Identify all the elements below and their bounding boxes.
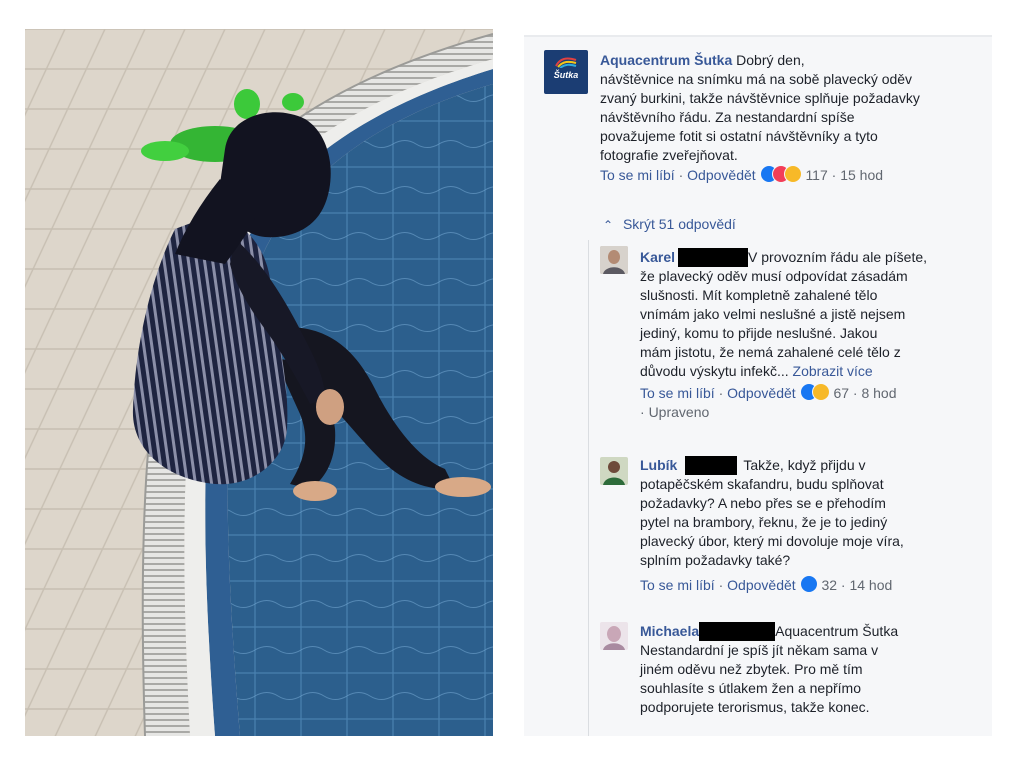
reply-line-1: V provozním řádu ale píšete, [748, 249, 928, 265]
reply-line-1: Nestandardní je spíš jít někam sama v [640, 642, 879, 658]
reply-comment: Karel V provozním řádu ale píšete, že pla… [640, 248, 980, 422]
post-actions: To se mi líbí · Odpovědět 117 · 15 hod [600, 165, 980, 185]
reply-avatar[interactable] [600, 457, 628, 485]
reply-author[interactable]: Karel [640, 249, 675, 265]
hide-replies-link[interactable]: ⌃ Skrýt 51 odpovědí [603, 215, 736, 235]
reply-line-1: Takže, když přijdu v [743, 457, 866, 473]
reply-time[interactable]: 8 hod [861, 385, 896, 401]
separator-dot: · [718, 577, 724, 593]
reply-line-5: jediný, komu to přijde neslušné. Jakou [640, 325, 878, 341]
reply-line-4: vnímám jako velmi neslušné a jistě nejse… [640, 306, 906, 322]
reply-reaction-count: 67 [833, 385, 850, 401]
reply-line-6: splním požadavky také? [640, 552, 791, 568]
reply-author[interactable]: Lubík [640, 457, 677, 473]
redaction-bar [699, 622, 776, 641]
post-time[interactable]: 15 hod [840, 167, 883, 183]
pool-photo-illustration [25, 29, 493, 736]
reply-avatar[interactable] [600, 246, 628, 274]
see-more-link[interactable]: Zobrazit více [793, 363, 873, 379]
reply-actions: To se mi líbí · Odpovědět 67 · 8 hod [640, 383, 980, 403]
reply-line-4: pytel na brambory, řeknu, že je to jedin… [640, 514, 888, 530]
reply-edited: · Upraveno [640, 403, 980, 422]
redaction-bar [678, 248, 749, 267]
post-reactions[interactable]: 117 [759, 165, 832, 183]
reply-line-2: jiném oděvu než zbytek. Pro mě tím [640, 661, 863, 677]
post-reply-button[interactable]: Odpovědět [687, 167, 756, 183]
reply-author[interactable]: Michaela [640, 623, 699, 639]
post-line-5: považujeme fotit si ostatní návštěvníky … [600, 128, 878, 144]
wave-logo-icon [555, 57, 577, 68]
reply-time[interactable]: 14 hod [849, 577, 892, 593]
reply-reaction-count: 32 [821, 577, 838, 593]
reply-line-3: slušnosti. Mít kompletně zahalené tělo [640, 287, 878, 303]
chevron-up-icon: ⌃ [603, 218, 614, 232]
reply-comment: Lubík Takže, když přijdu v potapěčském sk… [640, 456, 980, 595]
reply-avatar[interactable] [600, 622, 628, 650]
reply-line-6: mám jistotu, že nemá zahalené celé tělo … [640, 344, 901, 360]
edited-label: Upraveno [648, 404, 710, 420]
reply-reactions[interactable]: 67 [799, 383, 853, 401]
post-reaction-count: 117 [805, 167, 828, 183]
post-line-3: zvaný burkini, takže návštěvnice splňuje… [600, 90, 920, 106]
reply-comment: Michaela Aquacentrum Šutka Nestandardní j… [640, 622, 980, 717]
reply-reply-button[interactable]: Odpovědět [727, 577, 796, 593]
reply-line-3: požadavky? A nebo přes se e přehodím [640, 495, 886, 511]
separator-dot: · [852, 385, 858, 401]
user-photo-icon [600, 457, 628, 485]
page-avatar[interactable]: Šutka [544, 50, 588, 94]
separator-dot: · [718, 385, 724, 401]
panel-border [524, 35, 992, 37]
reply-reply-button[interactable]: Odpovědět [727, 385, 796, 401]
post-line-1: Dobrý den, [736, 52, 805, 68]
reply-comment-text: Lubík Takže, když přijdu v potapěčském sk… [640, 456, 980, 570]
user-photo-icon [600, 246, 628, 274]
reply-like-button[interactable]: To se mi líbí [640, 385, 715, 401]
mention[interactable]: Aquacentrum Šutka [775, 623, 898, 639]
reply-comment-text: Karel V provozním řádu ale píšete, že pla… [640, 248, 980, 381]
separator-dot: · [831, 167, 837, 183]
post-line-2: návštěvnice na snímku má na sobě plaveck… [600, 71, 913, 87]
post-line-6: fotografie zveřejňovat. [600, 147, 738, 163]
post-line-4: návštěvního řádu. Za nestandardní spíše [600, 109, 855, 125]
thread-line [588, 240, 589, 736]
post-author[interactable]: Aquacentrum Šutka [600, 52, 732, 68]
hide-replies-label: Skrýt 51 odpovědí [622, 216, 736, 232]
reply-line-5: plavecký úbor, který mi dovoluje moje ví… [640, 533, 904, 549]
like-reaction-icon [799, 575, 818, 593]
reply-like-button[interactable]: To se mi líbí [640, 577, 715, 593]
separator-dot: · [640, 404, 645, 420]
reply-line-2: potapěčském skafandru, budu splňovat [640, 476, 884, 492]
post-comment-text: Aquacentrum Šutka Dobrý den, návštěvnice… [600, 51, 980, 165]
post-like-button[interactable]: To se mi líbí [600, 167, 675, 183]
separator-dot: · [840, 577, 846, 593]
user-photo-icon [600, 622, 628, 650]
post-comment: Aquacentrum Šutka Dobrý den, návštěvnice… [600, 51, 980, 185]
reply-reactions[interactable]: 32 [799, 575, 841, 593]
pool-photo [25, 29, 493, 736]
redaction-bar [685, 456, 738, 475]
reply-line-4: podporujete terorismus, takže konec. [640, 699, 870, 715]
reply-line-2: že plavecký oděv musí odpovídat zásadám [640, 268, 908, 284]
haha-reaction-icon [783, 165, 802, 183]
separator-dot: · [678, 167, 684, 183]
haha-reaction-icon [811, 383, 830, 401]
page-avatar-label: Šutka [553, 70, 579, 80]
reply-line-3: souhlasíte s útlakem žen a nepřímo [640, 680, 862, 696]
reply-actions: To se mi líbí · Odpovědět 32 · 14 hod [640, 575, 980, 595]
reply-comment-text: Michaela Aquacentrum Šutka Nestandardní j… [640, 622, 980, 717]
reply-line-7: důvodu výskytu infekč... [640, 363, 789, 379]
